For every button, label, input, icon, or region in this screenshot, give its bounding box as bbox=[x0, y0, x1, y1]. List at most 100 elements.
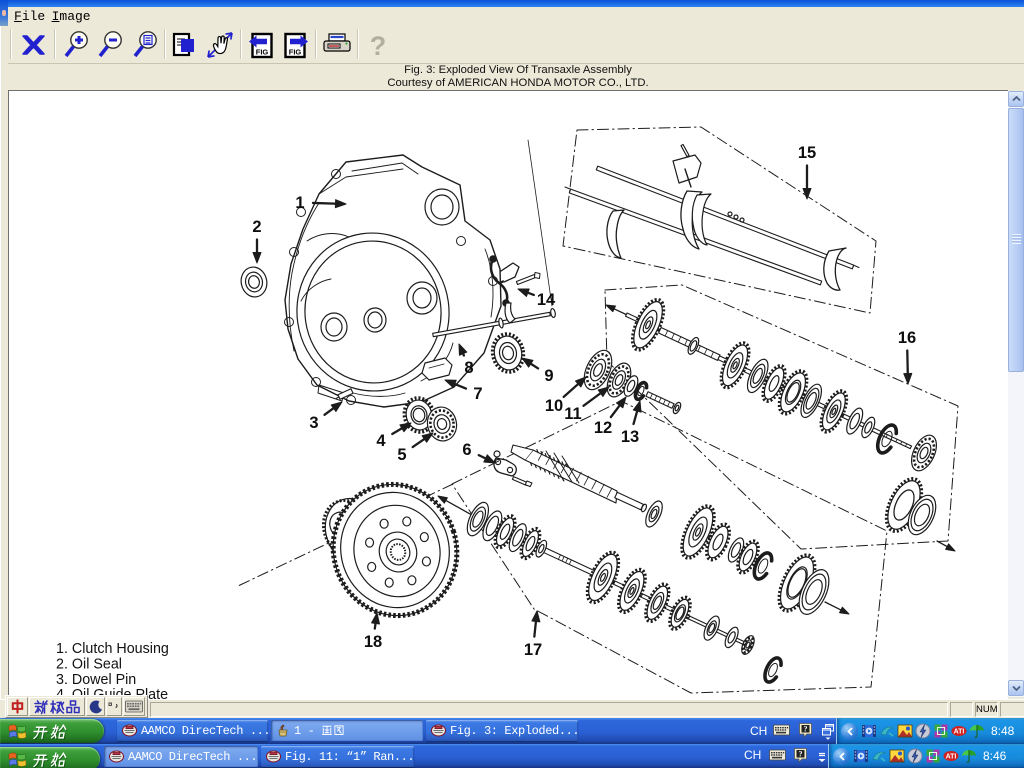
cjk-始 bbox=[50, 751, 67, 768]
menu-file[interactable]: File bbox=[14, 9, 45, 24]
scroll-up-button[interactable] bbox=[1008, 91, 1024, 107]
tray-help-icon[interactable]: ? bbox=[794, 748, 807, 763]
taskbar-button[interactable]: 1 - bbox=[271, 720, 423, 741]
path-element bbox=[9, 752, 17, 759]
vertical-scrollbar[interactable] bbox=[1008, 91, 1024, 697]
tray-picture-icon[interactable] bbox=[889, 748, 905, 764]
start-button[interactable] bbox=[0, 747, 100, 768]
system-tray: ATI 8:46 bbox=[828, 744, 1024, 768]
tray-bolt-icon[interactable] bbox=[915, 723, 931, 739]
tray-keyboard-icon[interactable] bbox=[773, 724, 790, 736]
tray-grid-icon[interactable] bbox=[933, 723, 949, 739]
taskbar-button[interactable]: Fig. 11: “1” Ran... bbox=[261, 746, 414, 767]
tray-language-indicator[interactable]: CH bbox=[750, 724, 767, 738]
tray-keyboard-icon[interactable] bbox=[769, 749, 786, 761]
g-element bbox=[9, 752, 26, 767]
ime-chinese-mode-button[interactable] bbox=[7, 697, 28, 716]
ime-language-bar[interactable] bbox=[5, 695, 148, 718]
rect-element bbox=[785, 729, 787, 730]
diagram-stroke bbox=[438, 496, 447, 503]
cjk-新 bbox=[33, 699, 49, 715]
close-button[interactable] bbox=[17, 27, 49, 63]
line-element bbox=[100, 46, 108, 56]
diagram-stroke bbox=[528, 140, 552, 306]
g-element bbox=[9, 724, 26, 739]
tray-ati-icon[interactable]: ATI bbox=[951, 723, 967, 739]
diagram-stroke bbox=[565, 187, 570, 189]
caption-line1: Fig. 3: Exploded View Of Transaxle Assem… bbox=[18, 64, 1018, 77]
rect-element bbox=[135, 703, 137, 705]
diagram-stroke bbox=[313, 203, 338, 204]
tray-media-icon[interactable] bbox=[861, 723, 877, 739]
tray-ati-icon[interactable]: ATI bbox=[943, 748, 959, 764]
tray-updown-icon[interactable] bbox=[817, 748, 827, 765]
diagram-stroke bbox=[740, 218, 744, 222]
text-element: ? bbox=[369, 31, 386, 61]
rect-element bbox=[777, 729, 779, 730]
taskbar-button[interactable]: AAMCO DirecTech ... bbox=[117, 720, 268, 741]
tray-bolt-icon[interactable] bbox=[907, 748, 923, 764]
start-button[interactable] bbox=[0, 719, 104, 743]
tray-help-icon[interactable]: ? bbox=[799, 723, 812, 738]
taskbar-button-label: 1 - bbox=[294, 724, 345, 738]
fig-prev-button[interactable]: FIG bbox=[245, 27, 277, 63]
diagram-stroke bbox=[762, 655, 785, 684]
tray-clock[interactable]: 8:46 bbox=[983, 749, 1006, 763]
fig-next-icon: FIG bbox=[279, 30, 310, 61]
tray-restore-icon[interactable] bbox=[821, 723, 835, 740]
path-element bbox=[881, 758, 885, 761]
rect-element bbox=[782, 729, 784, 730]
ime-moon-button[interactable] bbox=[86, 697, 105, 716]
text-element: ? bbox=[799, 749, 803, 758]
menu-image[interactable]: Image bbox=[52, 9, 91, 24]
path-element bbox=[71, 701, 76, 705]
zoom-page-button[interactable] bbox=[130, 27, 162, 63]
diagram-stroke bbox=[840, 607, 849, 614]
rect-element bbox=[776, 752, 778, 753]
ime-name-button[interactable] bbox=[29, 697, 85, 716]
path-element bbox=[9, 731, 17, 738]
tray-picture-icon[interactable] bbox=[897, 723, 913, 739]
ime-keyboard-button[interactable] bbox=[123, 697, 145, 716]
rect-element bbox=[130, 706, 132, 708]
tray-collapse-button[interactable] bbox=[841, 723, 858, 740]
start-label bbox=[32, 723, 67, 740]
path-element bbox=[435, 727, 442, 729]
zoom-in-button[interactable] bbox=[61, 27, 93, 63]
fig-next-button[interactable]: FIG bbox=[278, 27, 310, 63]
g-element bbox=[335, 725, 343, 734]
print-button[interactable] bbox=[320, 27, 352, 63]
scroll-down-button[interactable] bbox=[1008, 680, 1024, 696]
scrollbar-thumb[interactable] bbox=[1008, 108, 1024, 372]
tray-collapse-button[interactable] bbox=[833, 748, 850, 765]
diagram-stroke bbox=[525, 450, 617, 503]
tray-media-icon[interactable] bbox=[853, 748, 869, 764]
text-element: FIG bbox=[255, 47, 268, 56]
chevron-left-icon bbox=[838, 752, 846, 761]
tray-clock[interactable]: 8:48 bbox=[991, 724, 1014, 738]
tray-swoosh-icon[interactable] bbox=[879, 723, 895, 739]
tray-umbrella-icon[interactable] bbox=[961, 748, 977, 764]
taskbar-button[interactable]: Fig. 3: Exploded... bbox=[426, 720, 578, 741]
rect-element bbox=[781, 754, 783, 755]
part-label-16: 16 bbox=[898, 329, 916, 347]
tray-language-indicator[interactable]: CH bbox=[744, 748, 761, 762]
diagram-stroke bbox=[484, 455, 495, 463]
tray-swoosh-icon[interactable] bbox=[871, 748, 887, 764]
image-viewport[interactable]: 1234567891011121314151617181. Clutch Hou… bbox=[8, 90, 1008, 699]
rect-element bbox=[777, 727, 779, 728]
tray-grid-icon[interactable] bbox=[925, 748, 941, 764]
toolbar-separator bbox=[315, 29, 317, 59]
zoom-out-button[interactable] bbox=[95, 27, 127, 63]
ime-punct-button[interactable] bbox=[106, 697, 122, 716]
actual-size-button[interactable] bbox=[168, 27, 200, 63]
print-icon bbox=[321, 30, 352, 61]
circle-element bbox=[863, 729, 865, 731]
help-button[interactable]: ? bbox=[362, 27, 394, 63]
tray-umbrella-icon[interactable] bbox=[969, 723, 985, 739]
pan-hand-button[interactable] bbox=[204, 27, 236, 63]
taskbar-button[interactable]: AAMCO DirecTech ... bbox=[104, 746, 258, 767]
diagram-stroke bbox=[734, 215, 738, 219]
diagram-stroke bbox=[490, 256, 496, 262]
rect-element bbox=[130, 703, 132, 705]
